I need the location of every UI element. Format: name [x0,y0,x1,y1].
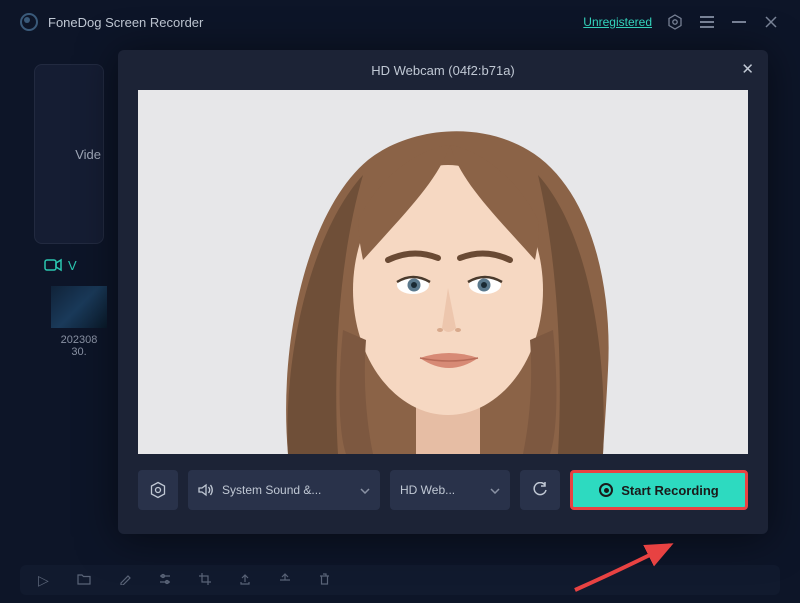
bottom-toolbar: ▷ [20,565,780,595]
adjust-icon[interactable] [159,572,171,588]
camera-icon [44,258,62,272]
gallery-tab-label: V [68,258,77,273]
refresh-button[interactable] [520,470,560,510]
portrait-image [138,90,748,454]
share-icon[interactable] [279,572,291,588]
titlebar: FoneDog Screen Recorder Unregistered [0,0,800,44]
modal-controls: System Sound &... HD Web... Start Record… [118,454,768,526]
webcam-modal: HD Webcam (04f2:b71a) ✕ [118,50,768,534]
titlebar-left: FoneDog Screen Recorder [20,13,203,31]
play-icon[interactable]: ▷ [38,572,49,589]
close-button[interactable] [762,13,780,31]
sound-dropdown-label: System Sound &... [222,483,321,497]
webcam-dropdown-label: HD Web... [400,483,455,497]
gallery-item[interactable]: 202308 30. [44,286,114,358]
modal-title: HD Webcam (04f2:b71a) [371,63,515,78]
sound-source-dropdown[interactable]: System Sound &... [188,470,380,510]
edit-icon[interactable] [119,572,131,588]
gear-hex-icon [149,481,167,499]
thumbnail-label: 30. [44,346,114,358]
webcam-source-dropdown[interactable]: HD Web... [390,470,510,510]
app-title: FoneDog Screen Recorder [48,15,203,30]
menu-icon[interactable] [698,13,716,31]
gallery-tab-videos[interactable]: V [44,258,77,273]
mode-tile-video[interactable]: Vide [34,64,104,244]
webcam-preview [138,90,748,454]
record-icon [599,483,613,497]
modal-header: HD Webcam (04f2:b71a) ✕ [118,50,768,90]
start-recording-label: Start Recording [621,483,719,498]
unregistered-link[interactable]: Unregistered [583,15,652,29]
trash-icon[interactable] [319,572,330,588]
start-recording-button[interactable]: Start Recording [570,470,748,510]
chevron-down-icon [490,483,500,497]
recorder-settings-button[interactable] [138,470,178,510]
minimize-button[interactable] [730,13,748,31]
thumbnail-image [51,286,107,328]
crop-icon[interactable] [199,572,211,588]
refresh-icon [532,482,548,498]
mode-tile-label: Vide [75,147,101,162]
chevron-down-icon [360,483,370,497]
titlebar-right: Unregistered [583,13,780,31]
thumbnail-label: 202308 [44,334,114,346]
settings-hex-icon[interactable] [666,13,684,31]
modal-close-button[interactable]: ✕ [741,60,754,78]
app-logo-icon [20,13,38,31]
export-icon[interactable] [239,572,251,588]
folder-icon[interactable] [77,572,91,588]
speaker-icon [198,483,214,497]
